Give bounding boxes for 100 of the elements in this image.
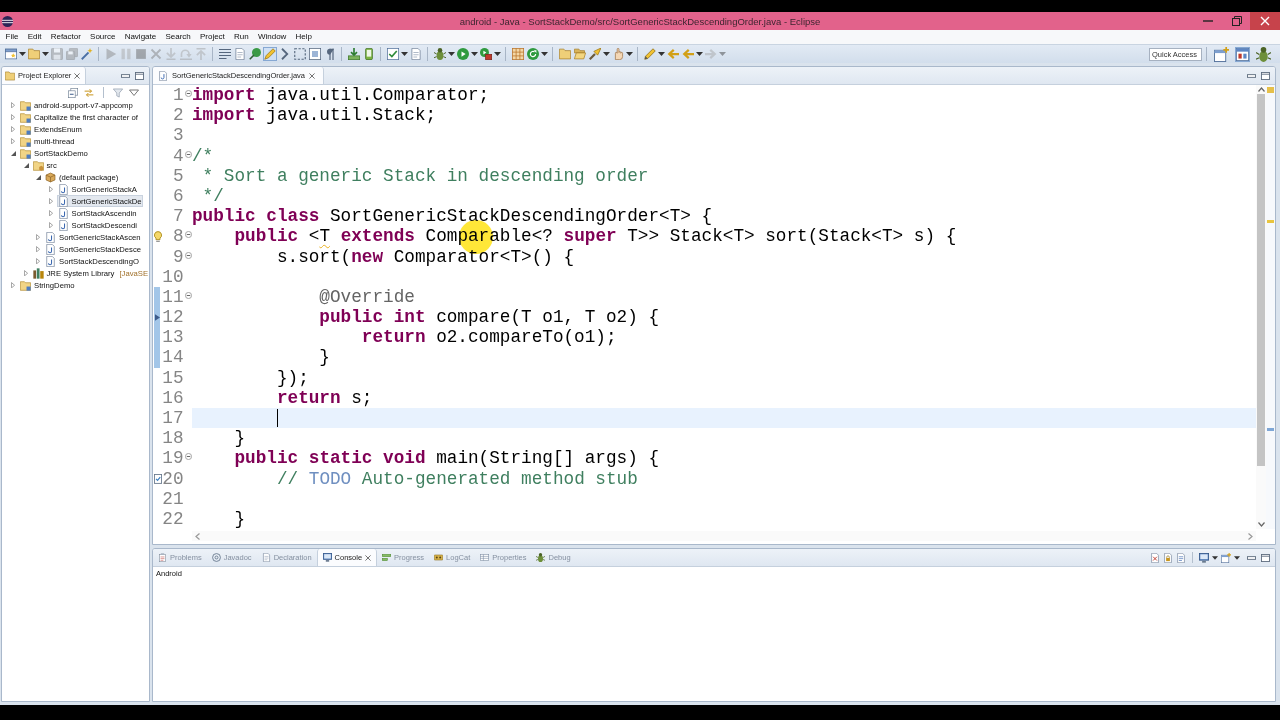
chevron-right-icon[interactable] [1248, 532, 1253, 540]
refresh-icon[interactable] [526, 48, 539, 60]
folder-icon [20, 111, 31, 123]
caret-right-icon[interactable] [36, 233, 41, 241]
line-number: 1 [171, 85, 184, 106]
open-folder-icon[interactable] [573, 48, 586, 60]
minimize-icon[interactable] [1247, 555, 1256, 560]
menu-item[interactable]: Run [229, 31, 254, 43]
caret-icon[interactable] [18, 52, 26, 56]
caret-icon[interactable] [695, 52, 703, 56]
phone-icon[interactable] [362, 48, 375, 60]
caret-icon[interactable] [602, 52, 610, 56]
fold-icon[interactable] [184, 453, 192, 461]
two-arrows-icon[interactable] [84, 87, 94, 98]
caret-right-icon[interactable] [36, 257, 41, 265]
caret-icon[interactable] [493, 52, 501, 56]
menu-item[interactable]: File [1, 31, 24, 43]
download-icon[interactable] [347, 48, 360, 60]
menu-item[interactable]: Window [253, 31, 291, 43]
menu-item[interactable]: Help [290, 31, 317, 43]
chevron-left-icon[interactable] [195, 532, 200, 540]
line-number: 3 [171, 125, 184, 146]
caret-down-icon[interactable] [36, 174, 41, 180]
caret-down-icon[interactable] [11, 150, 16, 156]
bug-icon[interactable] [433, 48, 446, 60]
framed-square-icon[interactable] [308, 48, 321, 60]
pencil-icon[interactable] [643, 48, 656, 60]
caret-right-icon[interactable] [11, 125, 16, 133]
menu-icon[interactable] [129, 87, 139, 98]
maximize-icon[interactable] [1261, 553, 1270, 562]
minimize-icon[interactable] [1247, 73, 1256, 78]
menu-item[interactable]: Navigate [120, 31, 161, 43]
folder-icon[interactable] [558, 48, 571, 60]
minus-window-icon[interactable] [68, 87, 78, 98]
line-number: 16 [162, 387, 184, 408]
maximize-icon[interactable] [135, 71, 144, 80]
caret-right-icon[interactable] [48, 221, 54, 229]
caret-icon[interactable] [1212, 555, 1218, 560]
fold-icon[interactable] [184, 231, 192, 239]
pin-icon[interactable] [248, 48, 261, 60]
maximize-icon[interactable] [1261, 71, 1270, 80]
caret-icon[interactable] [1234, 555, 1240, 560]
window-icon[interactable] [4, 48, 17, 60]
close-icon[interactable] [74, 72, 81, 79]
monitor-icon[interactable] [1199, 552, 1209, 563]
file-icon [45, 255, 56, 267]
menu-item[interactable]: Edit [23, 31, 47, 43]
caret-right-icon[interactable] [36, 245, 41, 253]
caret-down-icon[interactable] [23, 162, 29, 168]
menu-item[interactable]: Search [160, 31, 196, 43]
caret-right-icon[interactable] [11, 137, 16, 145]
close-icon[interactable] [309, 72, 315, 79]
menu-item[interactable]: Source [85, 31, 121, 43]
caret-right-icon[interactable] [11, 113, 16, 121]
play-circle-icon[interactable] [456, 48, 469, 60]
fold-icon[interactable] [184, 251, 192, 259]
menu-item[interactable]: Project [195, 31, 230, 43]
document-lines-icon[interactable] [1176, 552, 1186, 563]
line-number: 7 [171, 206, 184, 227]
caret-right-icon[interactable] [48, 197, 54, 205]
dashed-square-icon[interactable] [293, 48, 306, 60]
play-toolbox-icon[interactable] [479, 48, 492, 60]
document-x-icon[interactable] [1150, 552, 1160, 563]
fold-icon[interactable] [184, 150, 192, 158]
menu-item[interactable]: Refactor [46, 31, 86, 43]
caret-icon[interactable] [540, 52, 548, 56]
caret-right-icon[interactable] [48, 209, 54, 217]
line-number: 10 [162, 266, 184, 287]
caret-icon[interactable] [625, 52, 633, 56]
close-icon[interactable] [365, 554, 372, 561]
document-icon[interactable] [233, 48, 246, 60]
minimize-icon[interactable] [121, 73, 130, 78]
chevron-down-icon[interactable] [1257, 522, 1265, 528]
checkbox-icon[interactable] [386, 48, 399, 60]
bug-icon[interactable] [1256, 46, 1271, 62]
close-icon[interactable] [1250, 12, 1280, 30]
wand-icon[interactable] [80, 48, 93, 60]
books-icon [32, 267, 44, 279]
caret-right-icon[interactable] [48, 185, 54, 193]
chevron-icon[interactable] [278, 48, 291, 60]
fold-icon[interactable] [184, 90, 192, 98]
flashlight-icon[interactable] [588, 48, 601, 60]
grid-icon[interactable] [511, 48, 524, 60]
document-lock-icon[interactable] [1163, 552, 1173, 563]
scrollbar-thumb[interactable] [1257, 94, 1265, 466]
restore-icon[interactable] [1232, 16, 1242, 26]
caret-right-icon[interactable] [11, 101, 16, 109]
caret-icon[interactable] [447, 52, 455, 56]
window-icon[interactable] [1235, 46, 1250, 62]
folder-icon [20, 279, 31, 291]
caret-icon[interactable] [470, 52, 478, 56]
caret-icon[interactable] [41, 52, 49, 56]
fold-icon[interactable] [184, 291, 192, 299]
window-plus-icon[interactable] [1214, 46, 1229, 62]
caret-right-icon[interactable] [23, 269, 29, 277]
chevron-up-icon[interactable] [1257, 87, 1265, 92]
caret-icon[interactable] [400, 52, 408, 56]
caret-icon[interactable] [657, 52, 665, 56]
list-icon[interactable] [218, 48, 231, 60]
caret-right-icon[interactable] [11, 281, 16, 289]
